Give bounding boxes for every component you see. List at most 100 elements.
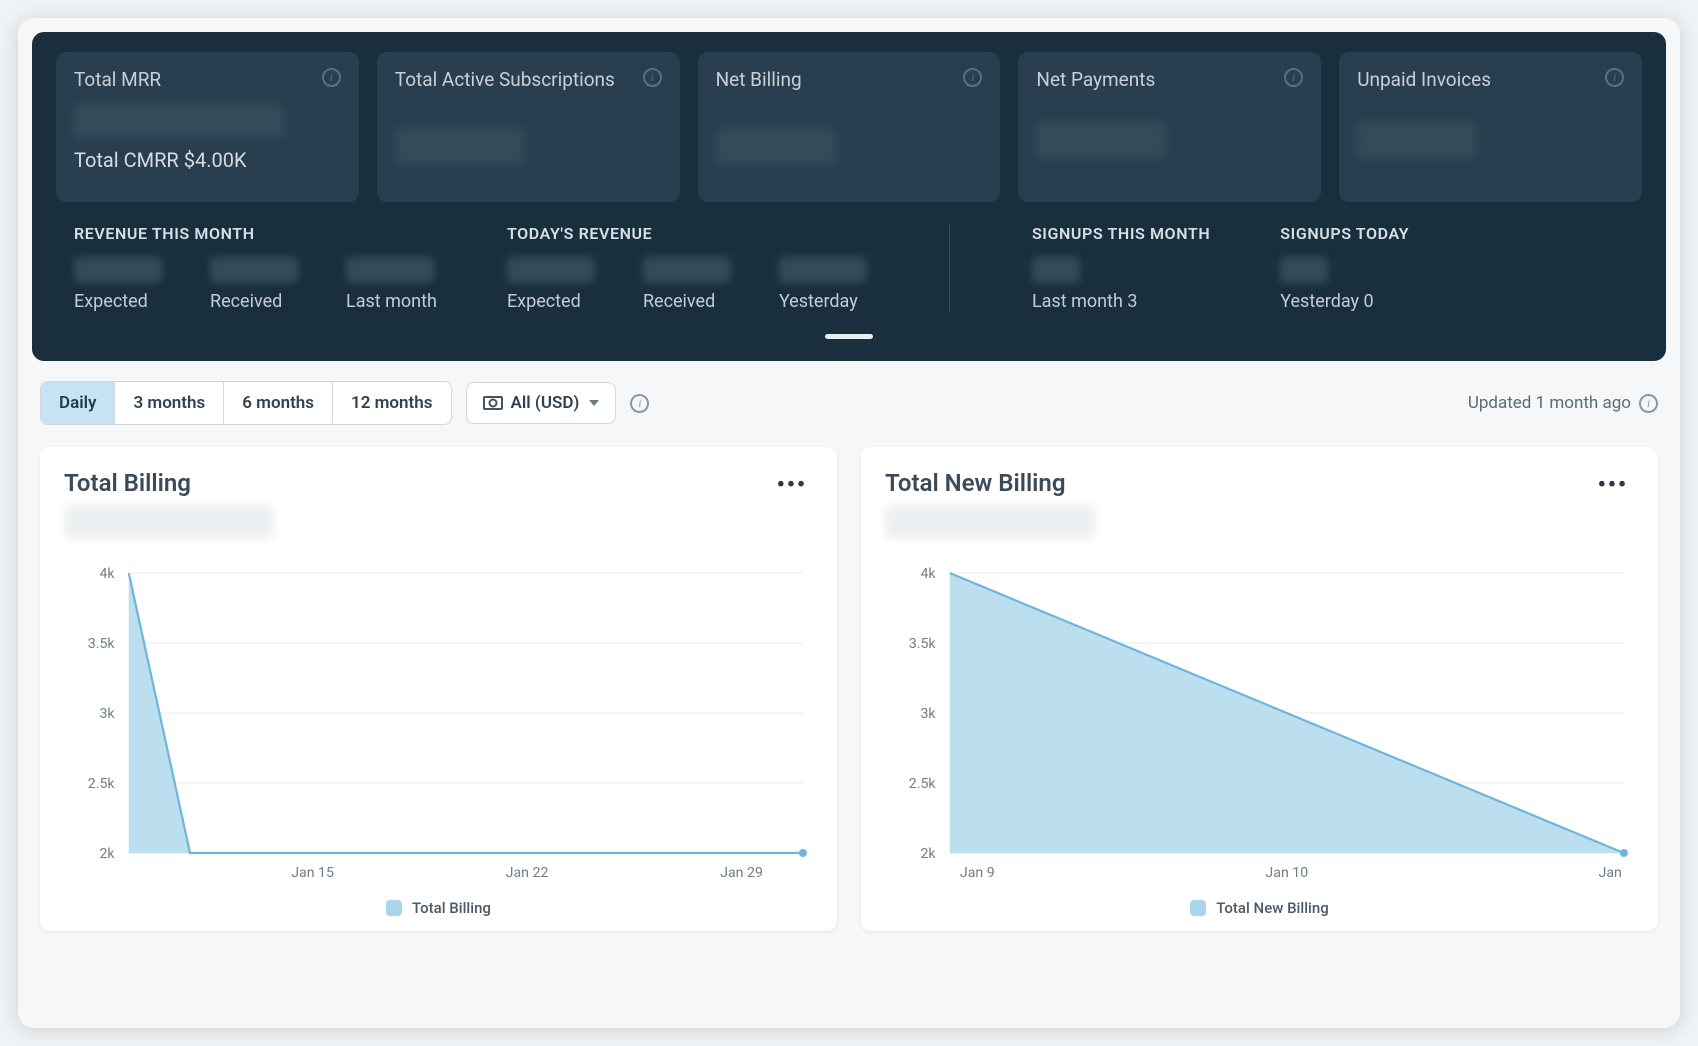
chart-title: Total New Billing: [885, 469, 1095, 497]
card-total-mrr[interactable]: Total MRR i Total CMRR $4.00K: [56, 52, 359, 202]
x-tick: Jan: [1599, 865, 1622, 881]
info-icon[interactable]: i: [1605, 68, 1624, 87]
signups-today: SIGNUPS TODAY Yesterday 0: [1280, 224, 1409, 312]
card-title: Total MRR: [74, 68, 161, 92]
time-range-tabs: Daily 3 months 6 months 12 months: [40, 381, 452, 425]
y-tick: 3k: [920, 706, 936, 722]
redacted-value: [1280, 257, 1328, 283]
stat-heading: SIGNUPS TODAY: [1280, 224, 1409, 243]
drag-handle[interactable]: [825, 334, 873, 339]
redacted-value: [210, 257, 298, 283]
currency-selector[interactable]: All (USD): [466, 382, 617, 424]
legend-label: Total New Billing: [1216, 899, 1328, 917]
chart-plot-area: 4k 3.5k 3k 2.5k 2k Jan 9 Jan 10 Jan Tota…: [885, 553, 1634, 913]
chart-legend: Total Billing: [64, 899, 813, 917]
chart-total-billing: Total Billing ••• 4k 3.5k 3k 2.5k: [40, 447, 837, 931]
chart-title: Total Billing: [64, 469, 274, 497]
stat-heading: REVENUE THIS MONTH: [74, 224, 437, 243]
charts-row: Total Billing ••• 4k 3.5k 3k 2.5k: [18, 431, 1680, 931]
x-tick: Jan 15: [291, 865, 334, 881]
stat-label: Yesterday 0: [1280, 291, 1373, 312]
stat-item-last-month: Last month: [346, 257, 437, 312]
card-net-billing[interactable]: Net Billing i: [698, 52, 1001, 202]
card-total-active-subscriptions[interactable]: Total Active Subscriptions i: [377, 52, 680, 202]
x-tick: Jan 29: [720, 865, 763, 881]
y-tick: 4k: [99, 566, 115, 582]
dashboard-frame: Total MRR i Total CMRR $4.00K Total Acti…: [18, 18, 1680, 1028]
stat-item-yesterday: Yesterday: [779, 257, 867, 312]
stat-item-received: Received: [210, 257, 298, 312]
revenue-this-month: REVENUE THIS MONTH Expected Received Las…: [74, 224, 437, 312]
redacted-value: [395, 128, 525, 164]
redacted-value: [1357, 122, 1477, 158]
x-tick: Jan 9: [960, 865, 995, 881]
stat-item-expected: Expected: [74, 257, 162, 312]
x-tick: Jan 10: [1265, 865, 1308, 881]
stat-heading: SIGNUPS THIS MONTH: [1032, 224, 1210, 243]
y-tick: 2.5k: [909, 776, 937, 792]
divider: [949, 224, 950, 312]
redacted-value: [885, 505, 1095, 539]
chart-total-new-billing: Total New Billing ••• 4k 3.5k 3k 2.5k 2k: [861, 447, 1658, 931]
card-net-payments[interactable]: Net Payments i: [1018, 52, 1321, 202]
info-icon[interactable]: i: [963, 68, 982, 87]
signups-this-month: SIGNUPS THIS MONTH Last month 3: [1032, 224, 1210, 312]
y-tick: 3k: [99, 706, 115, 722]
redacted-value: [74, 257, 162, 283]
metric-cards-row: Total MRR i Total CMRR $4.00K Total Acti…: [42, 52, 1656, 202]
tab-3-months[interactable]: 3 months: [115, 382, 224, 424]
legend-label: Total Billing: [412, 899, 491, 917]
stat-heading: TODAY'S REVENUE: [507, 224, 867, 243]
redacted-value: [779, 257, 867, 283]
info-icon[interactable]: i: [630, 394, 649, 413]
tab-daily[interactable]: Daily: [41, 382, 115, 424]
info-icon[interactable]: i: [1639, 394, 1658, 413]
stat-item-expected: Expected: [507, 257, 595, 312]
y-tick: 4k: [920, 566, 936, 582]
redacted-value: [1036, 122, 1166, 158]
more-menu-button[interactable]: •••: [1592, 469, 1634, 502]
stat-label: Received: [210, 291, 298, 312]
redacted-value: [716, 128, 836, 164]
stat-label: Last month 3: [1032, 291, 1138, 312]
tab-6-months[interactable]: 6 months: [224, 382, 333, 424]
y-tick: 2k: [99, 846, 115, 862]
y-tick: 2k: [920, 846, 936, 862]
info-icon[interactable]: i: [322, 68, 341, 87]
stat-label: Yesterday: [779, 291, 867, 312]
card-unpaid-invoices[interactable]: Unpaid Invoices i: [1339, 52, 1642, 202]
tab-12-months[interactable]: 12 months: [333, 382, 450, 424]
info-icon[interactable]: i: [643, 68, 662, 87]
currency-label: All (USD): [511, 393, 580, 413]
card-title: Net Billing: [716, 68, 802, 92]
stats-row: REVENUE THIS MONTH Expected Received Las…: [42, 202, 1656, 312]
chevron-down-icon: [589, 400, 599, 406]
stat-item-received: Received: [643, 257, 731, 312]
y-tick: 3.5k: [88, 636, 116, 652]
chart-legend: Total New Billing: [885, 899, 1634, 917]
redacted-value: [346, 257, 434, 283]
y-tick: 3.5k: [909, 636, 937, 652]
stat-label: Expected: [74, 291, 162, 312]
redacted-value: [1032, 257, 1080, 283]
chart-plot-area: 4k 3.5k 3k 2.5k 2k Jan 15 Jan 22 Jan 29: [64, 553, 813, 913]
redacted-value: [507, 257, 595, 283]
more-menu-button[interactable]: •••: [771, 469, 813, 502]
card-title: Total Active Subscriptions: [395, 68, 615, 92]
todays-revenue: TODAY'S REVENUE Expected Received Yester…: [507, 224, 867, 312]
redacted-value: [64, 505, 274, 539]
redacted-value: [74, 104, 284, 138]
card-subtext: Total CMRR $4.00K: [74, 148, 341, 172]
legend-swatch: [1190, 900, 1206, 916]
stat-label: Expected: [507, 291, 595, 312]
stat-label: Last month: [346, 291, 437, 312]
card-title: Net Payments: [1036, 68, 1155, 92]
stat-label: Received: [643, 291, 731, 312]
toolbar: Daily 3 months 6 months 12 months All (U…: [18, 375, 1680, 431]
y-tick: 2.5k: [88, 776, 116, 792]
summary-panel: Total MRR i Total CMRR $4.00K Total Acti…: [32, 32, 1666, 361]
x-tick: Jan 22: [506, 865, 549, 881]
card-title: Unpaid Invoices: [1357, 68, 1491, 92]
redacted-value: [643, 257, 731, 283]
info-icon[interactable]: i: [1284, 68, 1303, 87]
